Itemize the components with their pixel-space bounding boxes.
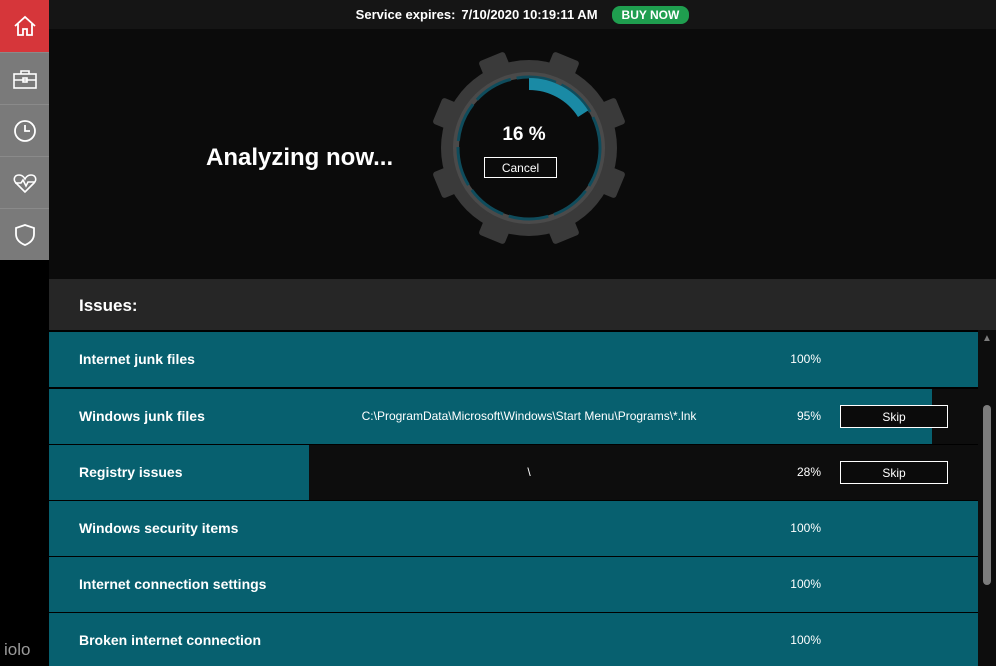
sidebar: iolo xyxy=(0,0,49,666)
heartbeat-icon xyxy=(13,173,36,193)
buy-now-button[interactable]: BUY NOW xyxy=(611,5,690,24)
nav-health[interactable] xyxy=(0,156,49,208)
issue-row: Internet connection settings 100% xyxy=(49,557,978,612)
issue-name: Windows security items xyxy=(79,520,239,536)
issue-row: Broken internet connection 100% xyxy=(49,613,978,666)
top-bar: Service expires: 7/10/2020 10:19:11 AM B… xyxy=(49,0,996,29)
issue-path: C:\ProgramData\Microsoft\Windows\Start M… xyxy=(361,409,697,423)
shield-icon xyxy=(14,223,35,246)
progress-percent: 16 % xyxy=(502,124,546,145)
issue-path: \ xyxy=(527,465,531,479)
issue-name: Windows junk files xyxy=(79,408,205,424)
briefcase-icon xyxy=(12,69,37,89)
issue-percent: 100% xyxy=(790,633,821,647)
issues-list: Internet junk files 100% Windows junk fi… xyxy=(49,330,978,666)
issue-percent: 100% xyxy=(790,521,821,535)
issue-percent: 100% xyxy=(790,352,821,366)
issue-row: Registry issues \ 28% Skip xyxy=(49,445,978,500)
iolo-logo: iolo xyxy=(4,640,31,659)
issue-name: Internet junk files xyxy=(79,351,195,367)
issue-percent: 28% xyxy=(796,465,821,479)
issues-scrollbar[interactable]: ▲ xyxy=(978,330,996,666)
issue-row: Internet junk files 100% xyxy=(49,332,978,387)
nav-security[interactable] xyxy=(0,208,49,260)
issue-percent: 100% xyxy=(790,577,821,591)
home-icon xyxy=(13,15,36,36)
progress-gauge xyxy=(433,52,625,244)
issues-title: Issues: xyxy=(79,296,138,315)
scroll-thumb[interactable] xyxy=(983,405,991,585)
service-expires-value: 7/10/2020 10:19:11 AM xyxy=(461,7,598,22)
scroll-up-icon[interactable]: ▲ xyxy=(981,334,993,344)
issue-name: Registry issues xyxy=(79,464,183,480)
nav-history[interactable] xyxy=(0,104,49,156)
cancel-button[interactable]: Cancel xyxy=(484,157,557,178)
nav-tools[interactable] xyxy=(0,52,49,104)
issue-row: Windows junk files C:\ProgramData\Micros… xyxy=(49,389,978,444)
issue-row: Windows security items 100% xyxy=(49,501,978,556)
service-expires-label: Service expires: xyxy=(355,7,456,22)
skip-button[interactable]: Skip xyxy=(840,405,948,428)
issue-name: Broken internet connection xyxy=(79,632,262,648)
issues-header: Issues: xyxy=(49,279,996,330)
clock-icon xyxy=(13,119,36,142)
issue-percent: 95% xyxy=(796,409,821,423)
skip-button[interactable]: Skip xyxy=(840,461,948,484)
analyzing-title: Analyzing now... xyxy=(206,144,394,171)
issue-name: Internet connection settings xyxy=(79,576,267,592)
nav-home[interactable] xyxy=(0,0,49,52)
analyze-panel: Analyzing now... 16 % Cancel xyxy=(49,29,996,279)
